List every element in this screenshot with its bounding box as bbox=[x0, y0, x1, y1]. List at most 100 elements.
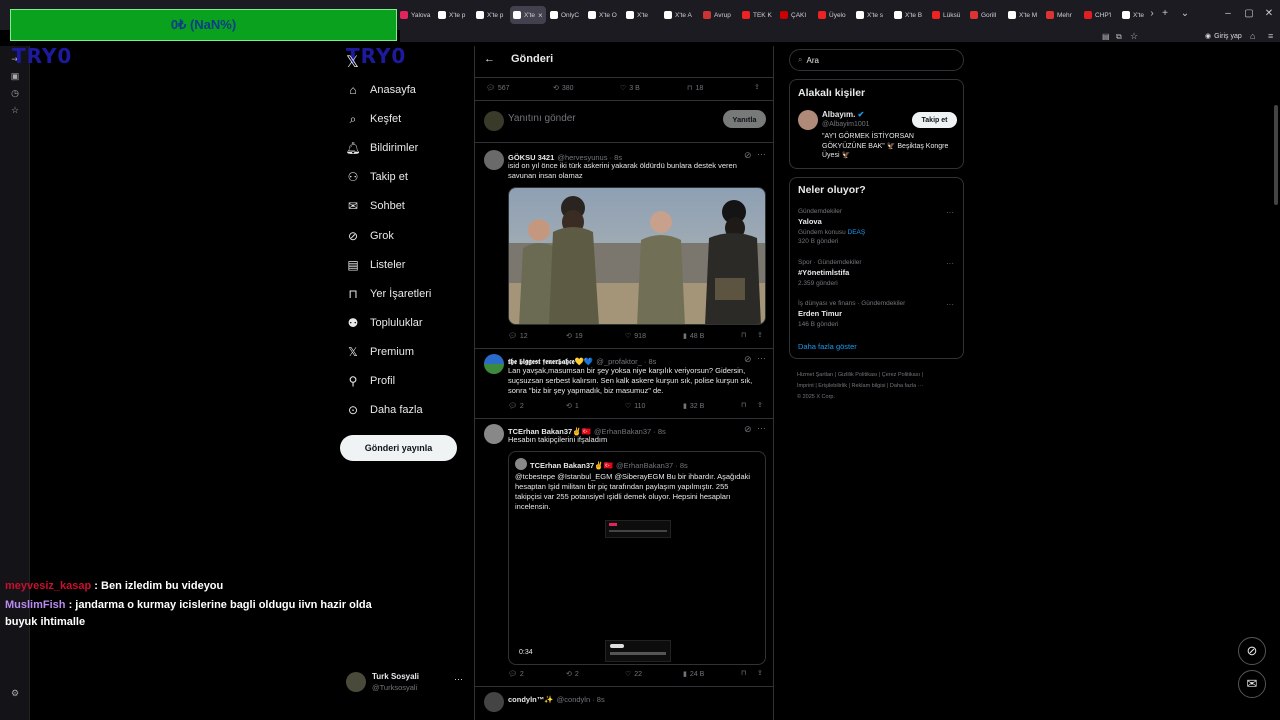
nav-item-premium[interactable]: 𝕏 Premium bbox=[346, 341, 414, 363]
browser-tab[interactable]: Mehr bbox=[1046, 6, 1080, 24]
nav-item-topluluklar[interactable]: ⚉ Topluluklar bbox=[346, 312, 423, 334]
browser-tab[interactable]: X'te bbox=[626, 6, 660, 24]
follow-button[interactable]: Takip et bbox=[912, 112, 957, 128]
tweet-author[interactable]: 𝖙𝖍𝖊 𝖇𝖎𝖌𝖌𝖊𝖘𝖙 𝖋𝖊𝖓𝖊𝖗𝖇𝖆𝖍𝖈𝖊💛💙 bbox=[508, 357, 593, 366]
share-icon[interactable]: ⇪ bbox=[757, 331, 763, 339]
views-stat[interactable]: ▮ 32 B bbox=[683, 402, 704, 411]
search-input[interactable]: ⌕ Ara bbox=[789, 49, 964, 71]
bookmarks-icon[interactable]: ☆ bbox=[10, 105, 20, 115]
like-stat[interactable]: ♡ 22 bbox=[625, 670, 642, 679]
close-window-icon[interactable]: ✕ bbox=[1262, 8, 1276, 19]
reply-stat[interactable]: 💬︎ 2 bbox=[508, 670, 524, 679]
maximize-icon[interactable]: ▢ bbox=[1242, 8, 1256, 19]
nav-item-listeler[interactable]: ▤ Listeler bbox=[346, 254, 405, 276]
avatar[interactable] bbox=[798, 110, 818, 130]
nav-item-yer-i̇şaretleri[interactable]: ⊓ Yer İşaretleri bbox=[346, 283, 431, 305]
reply-stat[interactable]: 💬︎ 2 bbox=[508, 402, 524, 411]
nav-item-daha-fazla[interactable]: ⊙ Daha fazla bbox=[346, 399, 423, 421]
share-icon[interactable]: ⇪ bbox=[757, 669, 763, 677]
nav-item-anasayfa[interactable]: ⌂ Anasayfa bbox=[346, 79, 416, 101]
close-tab-icon[interactable]: × bbox=[538, 11, 543, 20]
browser-tab[interactable]: X'te p bbox=[438, 6, 472, 24]
reply-input[interactable]: Yanıtını gönder bbox=[508, 113, 576, 124]
quoted-tweet[interactable]: TCErhan Bakan37✌️🇹🇷 @ErhanBakan37 · 8s @… bbox=[508, 451, 766, 665]
trend-item[interactable]: İş dünyası ve finans · Gündemdekiler Erd… bbox=[798, 300, 958, 328]
tweet-handle[interactable]: @condyln · 8s bbox=[557, 695, 605, 704]
signin-button[interactable]: ◉ Giriş yap bbox=[1205, 32, 1242, 41]
share-icon[interactable]: ⇪ bbox=[757, 401, 763, 409]
nav-item-takip-et[interactable]: ⚇ Takip et bbox=[346, 166, 408, 188]
tweet-image[interactable] bbox=[508, 187, 766, 325]
reply-button[interactable]: Yanıtla bbox=[723, 110, 766, 128]
views-stat[interactable]: ▮ 24 B bbox=[683, 670, 704, 679]
browser-tab[interactable]: Üyelo bbox=[818, 6, 852, 24]
star-icon[interactable]: ☆ bbox=[1130, 31, 1138, 42]
nav-item-profil[interactable]: ⚲ Profil bbox=[346, 370, 395, 392]
browser-tab[interactable]: OnlyC bbox=[550, 6, 584, 24]
bookmark-icon[interactable]: ⊓ bbox=[741, 331, 746, 339]
repost-stat[interactable]: ⟲ 380 bbox=[553, 84, 574, 93]
nav-item-bildirimler[interactable]: 🔔︎ Bildirimler bbox=[345, 137, 418, 159]
browser-tab[interactable]: X'te s bbox=[856, 6, 890, 24]
reply-stat[interactable]: 💬︎ 12 bbox=[508, 332, 528, 341]
history-icon[interactable]: ◷ bbox=[10, 88, 20, 98]
related-user-name[interactable]: Albayım. ✔ bbox=[822, 110, 864, 119]
more-options-icon[interactable]: ··· bbox=[946, 208, 954, 217]
share-icon[interactable]: ⇪ bbox=[754, 83, 760, 91]
browser-tab[interactable]: Gorill bbox=[970, 6, 1004, 24]
new-tab-button[interactable]: + bbox=[1158, 8, 1172, 19]
browser-tab[interactable]: Avrup bbox=[703, 6, 737, 24]
like-stat[interactable]: ♡ 110 bbox=[625, 402, 645, 411]
browser-tab[interactable]: X'te × bbox=[510, 6, 546, 24]
footer-links[interactable]: Hizmet Şartları | Gizlilik Politikası | … bbox=[797, 370, 962, 403]
browser-tab[interactable]: TEK K bbox=[742, 6, 776, 24]
nav-item-keşfet[interactable]: ⌕ Keşfet bbox=[346, 108, 402, 130]
settings-icon[interactable]: ⚙ bbox=[10, 688, 20, 698]
repost-stat[interactable]: ⟲ 19 bbox=[566, 332, 583, 341]
browser-tab[interactable]: X'te p bbox=[476, 6, 510, 24]
show-more-link[interactable]: Daha fazla göster bbox=[798, 342, 857, 351]
views-stat[interactable]: ▮ 48 B bbox=[683, 332, 704, 341]
grok-icon[interactable]: ⊘ bbox=[744, 150, 752, 161]
like-stat[interactable]: ♡ 3 B bbox=[620, 84, 640, 93]
browser-tab[interactable]: Yalova bbox=[400, 6, 434, 24]
messages-float-button[interactable]: ✉ bbox=[1238, 670, 1266, 698]
x-logo-icon[interactable]: 𝕏 bbox=[346, 52, 359, 72]
back-arrow-icon[interactable]: ← bbox=[484, 53, 495, 65]
bookmark-icon[interactable]: ⊓ bbox=[741, 401, 746, 409]
like-stat[interactable]: ♡ 918 bbox=[625, 332, 646, 341]
browser-tab[interactable]: CHP'l bbox=[1084, 6, 1118, 24]
picture-in-picture-icon[interactable]: ⧉ bbox=[1116, 32, 1122, 42]
tweet-handle[interactable]: @_profaktor_ · 8s bbox=[596, 357, 656, 366]
more-options-icon[interactable]: ··· bbox=[946, 300, 954, 309]
browser-tab[interactable]: ÇAKI bbox=[780, 6, 814, 24]
trend-item[interactable]: Gündemdekiler Yalova Gündem konusu DEAŞ … bbox=[798, 208, 958, 245]
bookmark-stat[interactable]: ⊓ 18 bbox=[687, 84, 703, 93]
more-options-icon[interactable]: ··· bbox=[946, 259, 954, 268]
reply-stat[interactable]: 💬︎ 567 bbox=[486, 84, 510, 93]
nav-item-sohbet[interactable]: ✉ Sohbet bbox=[346, 195, 405, 217]
extensions-icon[interactable]: ⌂ bbox=[1250, 31, 1255, 41]
bookmark-icon[interactable]: ⊓ bbox=[741, 669, 746, 677]
more-options-icon[interactable]: ··· bbox=[757, 423, 766, 433]
browser-tab[interactable]: Lüksü bbox=[932, 6, 966, 24]
more-options-icon[interactable]: ··· bbox=[757, 149, 766, 159]
page-scrollbar[interactable] bbox=[1274, 105, 1278, 205]
tweet-author[interactable]: condyln™✨ bbox=[508, 695, 554, 704]
grok-icon[interactable]: ⊘ bbox=[744, 354, 752, 365]
browser-tab[interactable]: X'te O bbox=[588, 6, 622, 24]
reader-icon[interactable]: ▤ bbox=[1102, 32, 1110, 41]
nav-item-grok[interactable]: ⊘ Grok bbox=[346, 225, 394, 247]
tab-list-scroll-icon[interactable]: › bbox=[1145, 8, 1159, 19]
trend-item[interactable]: Spor · Gündemdekiler #Yönetimİstifa 2.35… bbox=[798, 259, 958, 287]
menu-icon[interactable]: ≡ bbox=[1268, 31, 1273, 41]
trend-extra-link[interactable]: DEAŞ bbox=[848, 229, 866, 236]
more-options-icon[interactable]: ··· bbox=[757, 353, 766, 363]
repost-stat[interactable]: ⟲ 1 bbox=[566, 402, 579, 411]
account-switcher[interactable]: Turk Sosyali @Turksosyali ··· bbox=[346, 671, 466, 695]
grok-icon[interactable]: ⊘ bbox=[744, 424, 752, 435]
tab-overflow-icon[interactable]: ⌄ bbox=[1178, 8, 1192, 19]
more-options-icon[interactable]: ··· bbox=[454, 674, 463, 684]
browser-tab[interactable]: X'te A bbox=[664, 6, 698, 24]
minimize-icon[interactable]: – bbox=[1221, 8, 1235, 19]
